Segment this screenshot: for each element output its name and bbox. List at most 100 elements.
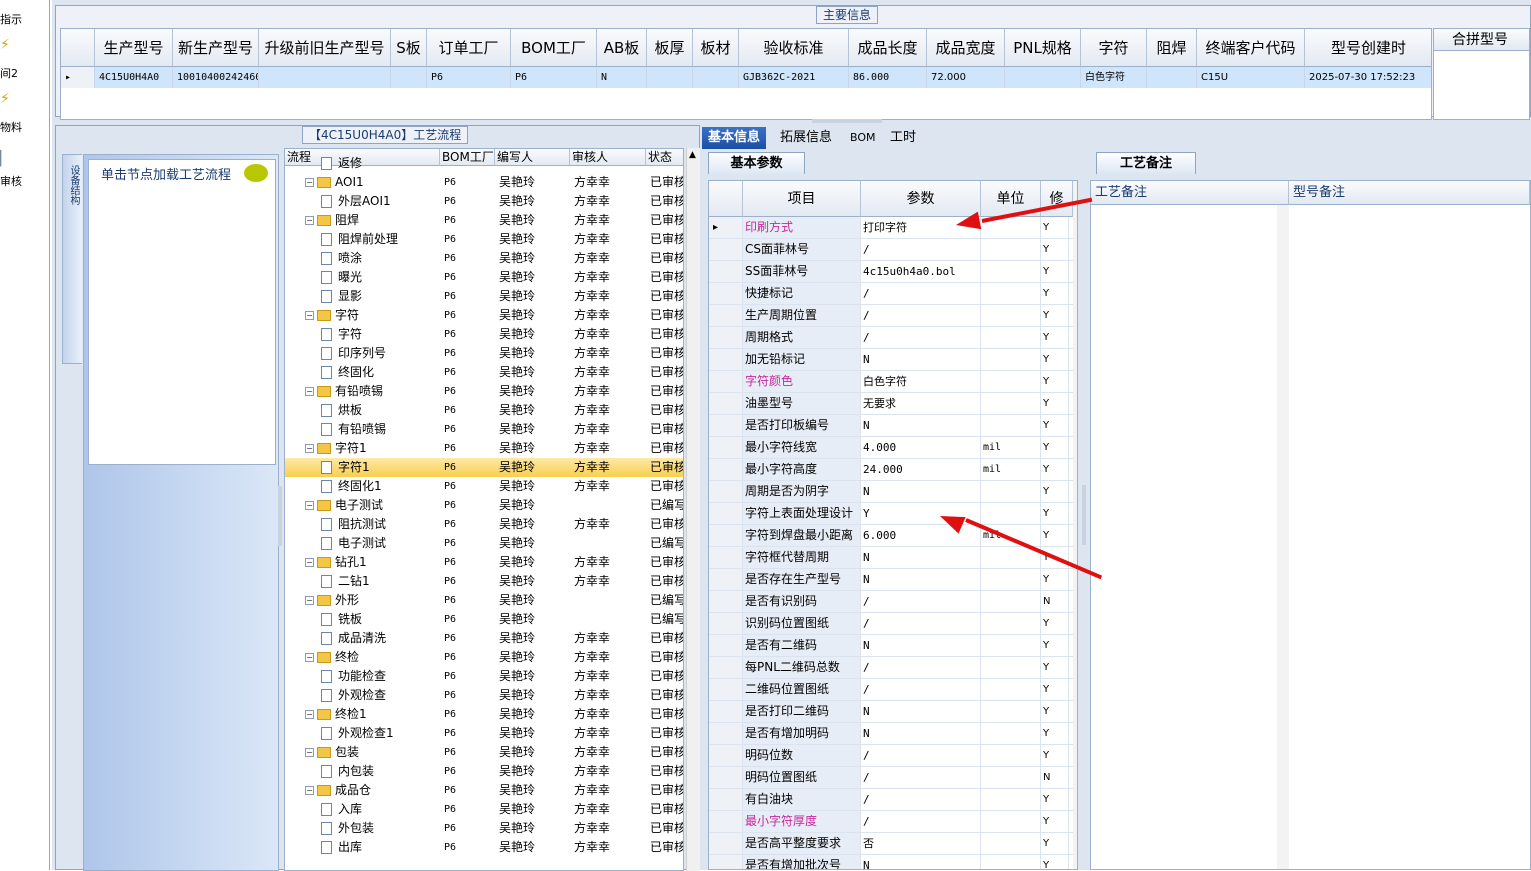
tree-row[interactable]: − 终检 P6 吴艳玲 方幸幸 已审核 — [285, 648, 683, 667]
params-value-cell[interactable]: / — [861, 239, 981, 260]
scroll-up-icon[interactable]: ▲ — [689, 150, 696, 160]
params-row[interactable]: 每PNL二维码总数 / Y — [709, 657, 1077, 679]
params-row[interactable]: 字符框代替周期 N Y — [709, 547, 1077, 569]
main-info-cell[interactable]: 10010400242460 — [173, 67, 259, 88]
main-info-header-cell[interactable]: 成品宽度 — [927, 29, 1005, 67]
params-row[interactable]: 是否打印二维码 N Y — [709, 701, 1077, 723]
main-info-header-cell[interactable]: 板厚 — [647, 29, 693, 67]
params-value-cell[interactable]: 无要求 — [861, 393, 981, 414]
params-row[interactable]: 明码位数 / Y — [709, 745, 1077, 767]
main-info-cell[interactable]: P6 — [511, 67, 597, 88]
params-row[interactable]: 最小字符线宽 4.000 mil Y — [709, 437, 1077, 459]
tab-labor-hours[interactable]: 工时 — [884, 127, 922, 149]
collapse-toggle-icon[interactable]: − — [305, 387, 314, 396]
params-value-cell[interactable]: N — [861, 569, 981, 590]
params-row[interactable]: 是否有增加明码 N Y — [709, 723, 1077, 745]
params-row-indicator[interactable] — [709, 481, 743, 502]
tree-node[interactable]: 功能检查 — [321, 667, 440, 686]
params-value-cell[interactable]: 6.000 — [861, 525, 981, 546]
horizontal-splitter[interactable] — [812, 119, 882, 123]
tree-node[interactable]: 出库 — [321, 838, 440, 857]
params-row[interactable]: 明码位置图纸 / N — [709, 767, 1077, 789]
params-row-indicator[interactable] — [709, 811, 743, 832]
params-row-indicator[interactable] — [709, 657, 743, 678]
main-info-cell[interactable]: 86.000 — [849, 67, 927, 88]
params-row[interactable]: 字符上表面处理设计 Y Y — [709, 503, 1077, 525]
params-row[interactable]: 是否存在生产型号 N Y — [709, 569, 1077, 591]
params-row[interactable]: 生产周期位置 / Y — [709, 305, 1077, 327]
params-row[interactable]: 油墨型号 无要求 Y — [709, 393, 1077, 415]
params-row-indicator[interactable] — [709, 569, 743, 590]
main-info-cell[interactable] — [259, 67, 391, 88]
main-info-header-cell[interactable]: 终端客户代码 — [1197, 29, 1305, 67]
params-row[interactable]: 是否有二维码 N Y — [709, 635, 1077, 657]
collapse-toggle-icon[interactable]: − — [305, 216, 314, 225]
tree-node[interactable]: − 包装 — [305, 743, 440, 762]
tree-node[interactable]: 外观检查 — [321, 686, 440, 705]
tree-row[interactable]: 外观检查1 P6 吴艳玲 方幸幸 已审核 — [285, 724, 683, 743]
params-value-cell[interactable]: / — [861, 767, 981, 788]
tree-node[interactable]: 终固化 — [321, 363, 440, 382]
tree-node[interactable]: − 字符 — [305, 306, 440, 325]
tree-row[interactable]: − 终检1 P6 吴艳玲 方幸幸 已审核 — [285, 705, 683, 724]
tree-node[interactable]: 外层AOI1 — [321, 192, 440, 211]
params-value-cell[interactable]: / — [861, 613, 981, 634]
params-value-cell[interactable]: / — [861, 679, 981, 700]
collapse-toggle-icon[interactable]: − — [305, 786, 314, 795]
params-row[interactable]: 字符颜色 白色字符 Y — [709, 371, 1077, 393]
tree-vertical-scrollbar[interactable]: ▲ — [686, 148, 700, 871]
tree-node[interactable]: 终固化1 — [321, 477, 440, 496]
tree-node[interactable]: − 字符1 — [305, 439, 440, 458]
tree-row[interactable]: 曝光 P6 吴艳玲 方幸幸 已审核 — [285, 268, 683, 287]
collapse-toggle-icon[interactable]: − — [305, 710, 314, 719]
tree-row[interactable]: 出库 P6 吴艳玲 方幸幸 已审核 — [285, 838, 683, 857]
main-info-cell[interactable]: P6 — [427, 67, 511, 88]
tree-node[interactable]: 阻焊前处理 — [321, 230, 440, 249]
row-indicator-cell[interactable]: ▸ — [61, 67, 95, 88]
params-header-cell[interactable]: 修 — [1041, 181, 1073, 217]
params-row[interactable]: CS面菲林号 / Y — [709, 239, 1077, 261]
tree-row[interactable]: − 阻焊 P6 吴艳玲 方幸幸 已审核 — [285, 211, 683, 230]
params-row-indicator[interactable] — [709, 305, 743, 326]
tree-row[interactable]: 电子测试 P6 吴艳玲 已编写 — [285, 534, 683, 553]
params-row[interactable]: 是否有增加批次号 N Y — [709, 855, 1077, 869]
tree-row[interactable]: 终固化1 P6 吴艳玲 方幸幸 已审核 — [285, 477, 683, 496]
tree-node[interactable]: − AOI1 — [305, 173, 440, 192]
main-info-header-cell[interactable]: PNL规格 — [1005, 29, 1081, 67]
tree-row[interactable]: 成品清洗 P6 吴艳玲 方幸幸 已审核 — [285, 629, 683, 648]
params-row-indicator[interactable] — [709, 855, 743, 869]
collapse-toggle-icon[interactable]: − — [305, 653, 314, 662]
main-info-cell[interactable] — [1005, 67, 1081, 88]
tree-row[interactable]: 外层AOI1 P6 吴艳玲 方幸幸 已审核 — [285, 192, 683, 211]
collapse-toggle-icon[interactable]: − — [305, 748, 314, 757]
collapse-toggle-icon[interactable]: − — [305, 311, 314, 320]
params-row-indicator[interactable] — [709, 679, 743, 700]
tree-node[interactable]: 二钻1 — [321, 572, 440, 591]
params-row-indicator[interactable] — [709, 833, 743, 854]
params-row[interactable]: 周期格式 / Y — [709, 327, 1077, 349]
tab-bom[interactable]: BOM — [844, 127, 882, 149]
tree-row[interactable]: 有铅喷锡 P6 吴艳玲 方幸幸 已审核 — [285, 420, 683, 439]
params-row-indicator[interactable] — [709, 525, 743, 546]
params-row-indicator[interactable] — [709, 327, 743, 348]
main-info-header-cell[interactable]: 升级前旧生产型号 — [259, 29, 391, 67]
tree-row[interactable]: − AOI1 P6 吴艳玲 方幸幸 已审核 — [285, 173, 683, 192]
main-info-cell[interactable]: 4C15U0H4A0 — [95, 67, 173, 88]
tree-row[interactable]: 阻抗测试 P6 吴艳玲 方幸幸 已审核 — [285, 515, 683, 534]
tree-row[interactable]: 字符1 P6 吴艳玲 方幸幸 已审核 — [285, 458, 683, 477]
collapse-toggle-icon[interactable]: − — [305, 501, 314, 510]
params-row-indicator[interactable] — [709, 261, 743, 282]
main-info-cell[interactable]: 2025-07-30 17:52:23 — [1305, 67, 1431, 88]
params-row[interactable]: SS面菲林号 4c15u0h4a0.bol Y — [709, 261, 1077, 283]
params-row-indicator[interactable] — [709, 789, 743, 810]
tree-row[interactable]: − 外形 P6 吴艳玲 已编写 — [285, 591, 683, 610]
tree-node[interactable]: 印序列号 — [321, 344, 440, 363]
params-row[interactable]: 最小字符厚度 / Y — [709, 811, 1077, 833]
params-value-cell[interactable]: N — [861, 635, 981, 656]
params-value-cell[interactable]: N — [861, 349, 981, 370]
tree-row[interactable]: − 字符1 P6 吴艳玲 方幸幸 已审核 — [285, 439, 683, 458]
params-row-indicator[interactable] — [709, 591, 743, 612]
main-info-header-cell[interactable]: 生产型号 — [95, 29, 173, 67]
tree-row[interactable]: 二钻1 P6 吴艳玲 方幸幸 已审核 — [285, 572, 683, 591]
main-info-header-cell[interactable]: 阻焊 — [1147, 29, 1197, 67]
